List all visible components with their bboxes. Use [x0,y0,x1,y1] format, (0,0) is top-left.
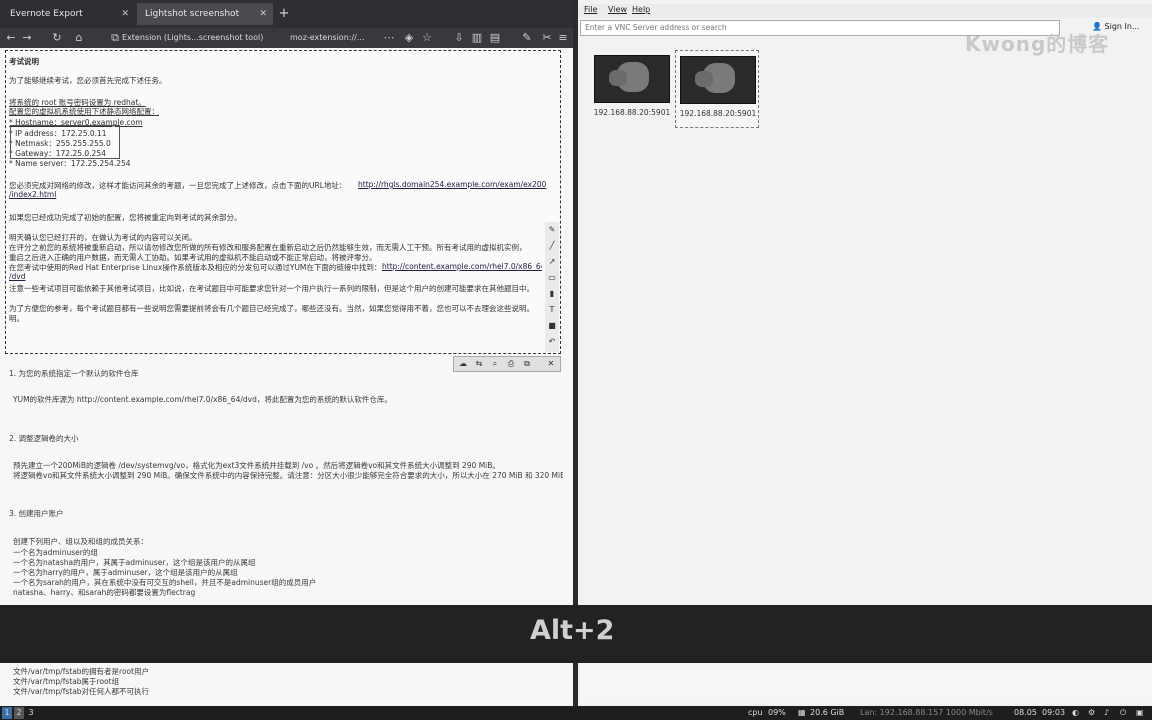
tab-evernote-export[interactable]: Evernote Export ✕ [2,3,135,25]
volume-icon[interactable]: ♪ [1104,708,1109,717]
color-icon[interactable]: ■ [546,320,558,332]
note-line: YUM的软件库源为 http://content.example.com/rhe… [13,395,392,404]
exam-link[interactable]: /dvd [9,272,26,281]
watermark: Kwong的博客 [965,32,1110,56]
cpu-value: 09% [768,708,786,717]
undo-icon[interactable]: ↶ [546,336,558,348]
reload-icon[interactable]: ↻ [50,30,64,46]
sign-in-label: Sign In... [1104,22,1140,31]
workspace-3[interactable]: 3 [26,707,36,719]
server-thumbnail-2[interactable]: 192.168.88.20:5901 [675,50,759,128]
tab-label: Evernote Export [10,9,83,19]
menu-help[interactable]: Help [632,5,650,14]
menu-icon[interactable]: ≡ [556,30,570,46]
note-line: 3. 创建用户账户 [9,509,64,518]
workspace-2[interactable]: 2 [14,707,24,719]
memory-icon: ▦ [798,708,806,717]
tray-icon[interactable]: ⏻ [1120,708,1126,718]
pen-icon[interactable]: ✎ [546,224,558,236]
tab-label: Lightshot screenshot [145,9,240,19]
taskbar: 1 2 3 cpu 09% ▦ 20.6 GiB Lan: 192.168.88… [0,706,1152,720]
exam-line: * Name server：172.25.254.254 [9,159,131,168]
exam-line: 注意一些考试项目可能依赖于其他考试项目，比如说，在考试题目中可能要求您针对一个用… [9,284,534,293]
lightshot-vertical-toolbar: ✎ ╱ ↗ ▭ ▮ T ■ ↶ [545,222,559,352]
note-line: 2. 调整逻辑卷的大小 [9,434,79,443]
time: 09:03 [1042,708,1066,717]
exam-line: 明。 [9,314,24,323]
tray-icon[interactable]: ⚙ [1088,708,1095,717]
library-icon[interactable]: ▥ [470,30,484,46]
more-icon[interactable]: ⋯ [382,30,396,46]
server-label: 192.168.88.20:5901 [593,108,671,117]
extension-icon: ⧉ [111,31,119,44]
arrow-icon[interactable]: ↗ [546,256,558,268]
note-line: natasha、harry、和sarah的密码都要设置为flectrag [13,588,196,597]
vnc-lower-area [580,663,1152,703]
back-icon[interactable]: ← [4,30,18,46]
new-tab-icon[interactable]: + [276,3,292,25]
close-icon[interactable]: ✕ [259,3,267,25]
menu-view[interactable]: View [608,5,627,14]
workspace-1[interactable]: 1 [2,707,12,719]
cpu-label: cpu [748,708,763,717]
memory-value: 20.6 GiB [810,708,845,717]
close-icon[interactable]: ✕ [121,3,129,25]
lightshot-icon[interactable]: ✎ [520,30,534,46]
browser-toolbar: ← → ↻ ⌂ ⧉ Extension (Lights...screenshot… [0,28,573,48]
server-label: 192.168.88.20:5901 [679,109,757,118]
tray-icon[interactable]: ▣ [1136,708,1144,717]
tray-icon[interactable]: ◐ [1072,708,1079,717]
exam-link[interactable]: http://rhgls.domain254.example.com/exam/… [358,180,546,189]
tab-bar: Evernote Export ✕ Lightshot screenshot ✕… [0,0,573,28]
network-status: Lan: 192.168.88.157 1000 Mbit/s [860,708,993,717]
screenshot-selection[interactable]: 考试说明 为了能够继续考试，您必须首先完成下述任务。 将系统的 root 账号密… [5,50,561,354]
sidebar-icon[interactable]: ▤ [488,30,502,46]
url-moz[interactable]: moz-extension://... [290,30,380,46]
exam-line: 为了方便您的参考，每个考试题目都有一些说明您需要提前将会有几个题目已经完成了，哪… [9,304,534,313]
downloads-icon[interactable]: ⇩ [452,30,466,46]
browser-window: Evernote Export ✕ Lightshot screenshot ✕… [0,0,573,706]
exam-line: 您必须完成对网络的修改，这样才能访问其余的考题，一旦您完成了上述修改，点击下面的… [9,181,347,190]
vnc-menubar: File View Help [578,4,1152,18]
text-icon[interactable]: T [546,304,558,316]
note-line: 文件/var/tmp/fstab对任何人都不可执行 [13,687,150,696]
url-extension[interactable]: Extension (Lights...screenshot tool) [122,30,282,46]
exam-link[interactable]: /index2.html [9,190,56,199]
network-highlight-box [10,125,120,159]
note-line: 创建下列用户、组以及和组的成员关系： [13,537,148,546]
exam-line: 配置您的虚拟机系统使用下述静态网络配置： [9,107,159,116]
exam-line: 如果您已经成功完成了初始的配置，您将被重定向到考试的其余部分。 [9,213,242,222]
line-icon[interactable]: ╱ [546,240,558,252]
exam-title: 考试说明 [9,57,39,66]
screenshot-icon[interactable]: ✂ [540,30,554,46]
exam-line: 为了能够继续考试，您必须首先完成下述任务。 [9,76,167,85]
exam-link[interactable]: http://content.example.com/rhel7.0/x86_6… [382,262,542,271]
home-icon[interactable]: ⌂ [72,30,86,46]
menu-file[interactable]: File [584,5,597,14]
forward-icon[interactable]: → [20,30,34,46]
note-line: 1. 为您的系统指定一个默认的软件仓库 [9,369,139,378]
bookmark-icon[interactable]: ☆ [420,30,434,46]
rectangle-icon[interactable]: ▭ [546,272,558,284]
date: 08.05 [1014,708,1037,717]
note-line: 将逻辑卷vo和其文件系统大小调整到 290 MiB。确保文件系统中的内容保持完整… [13,471,563,480]
pocket-icon[interactable]: ◈ [402,30,416,46]
tab-lightshot[interactable]: Lightshot screenshot ✕ [137,3,273,25]
server-preview [594,55,670,103]
exam-line: 在您考试中使用的Red Hat Enterprise Linux操作系统版本及相… [9,263,382,272]
server-preview [680,56,756,104]
marker-icon[interactable]: ▮ [546,288,558,300]
keystroke-hint: Alt+2 [530,615,615,646]
server-thumbnail-1[interactable]: 192.168.88.20:5901 [590,50,674,128]
